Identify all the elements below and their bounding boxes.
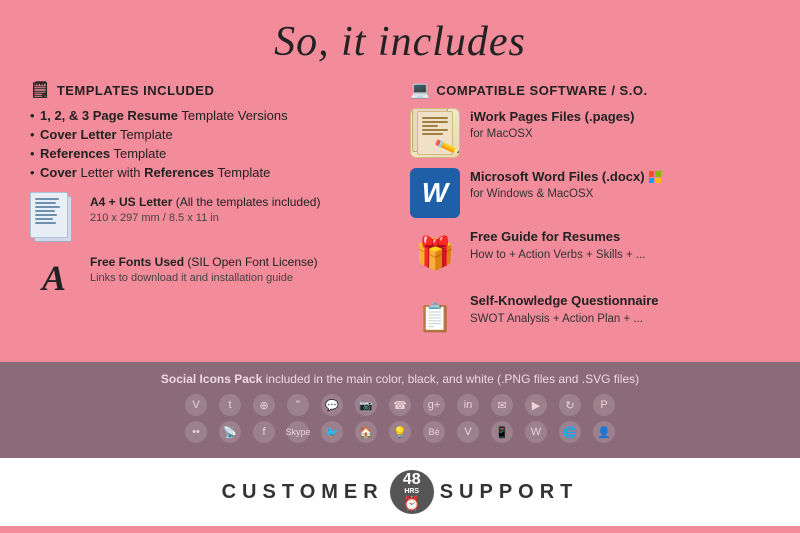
- social-icons-row-1: V t ⊕ " 💬 📷 ☎ g+ in ✉ ▶ ↻ P: [30, 394, 770, 416]
- font-a-icon: A: [42, 257, 66, 299]
- social-icon-v[interactable]: V: [185, 394, 207, 416]
- social-icon-twitter[interactable]: 🐦: [321, 421, 343, 443]
- software-header-label: COMPATIBLE SOFTWARE / S.O.: [436, 83, 647, 98]
- social-icon-phone[interactable]: ☎: [389, 394, 411, 416]
- cs-badge: 48 HRS ⏰: [390, 470, 434, 514]
- swot-item: 📋 Self-Knowledge Questionnaire SWOT Anal…: [410, 292, 770, 342]
- a4-row: A4 + US Letter (All the templates includ…: [30, 194, 390, 242]
- fonts-icon-box: A: [30, 254, 78, 302]
- windows-icon: [649, 171, 661, 183]
- software-icon: 💻: [410, 80, 430, 100]
- social-icon-whatsapp[interactable]: 📱: [491, 421, 513, 443]
- fonts-sub: Links to download it and installation gu…: [90, 271, 318, 286]
- badge-hours: HRS: [404, 488, 419, 495]
- iwork-info: iWork Pages Files (.pages) for MacOSX: [470, 108, 638, 142]
- title-section: So, it includes: [0, 0, 800, 76]
- social-icon-vimeo2[interactable]: V: [457, 421, 479, 443]
- guide-title: Free Guide for Resumes: [470, 229, 620, 244]
- social-icon-behance[interactable]: Bé: [423, 421, 445, 443]
- social-icon-gplus[interactable]: g+: [423, 394, 445, 416]
- social-icon-web[interactable]: 🌐: [559, 421, 581, 443]
- bottom-section: Social Icons Pack included in the main c…: [0, 362, 800, 458]
- templates-header: 🗒 TEMPLATES INCLUDED: [30, 80, 390, 100]
- social-label-bold: Social Icons Pack: [161, 372, 262, 386]
- a4-size: 210 x 297 mm / 8.5 x 11 in: [90, 211, 320, 226]
- swot-row: 📋 Self-Knowledge Questionnaire SWOT Anal…: [410, 292, 770, 352]
- pages-doc-wrap: ✏️: [412, 108, 458, 158]
- templates-header-label: TEMPLATES INCLUDED: [57, 83, 215, 98]
- word-title: Microsoft Word Files (.docx): [470, 168, 645, 186]
- templates-icon: 🗒: [30, 80, 51, 100]
- left-column: 🗒 TEMPLATES INCLUDED 1, 2, & 3 Page Resu…: [30, 80, 390, 352]
- social-icon-rss[interactable]: 📡: [219, 421, 241, 443]
- list-item: 1, 2, & 3 Page Resume Template Versions: [30, 108, 390, 123]
- main-content: 🗒 TEMPLATES INCLUDED 1, 2, & 3 Page Resu…: [0, 80, 800, 352]
- iwork-platform: for MacOSX: [470, 126, 638, 142]
- social-icons-row-2: •• 📡 f Skype 🐦 🏠 💡 Bé V 📱 W 🌐 👤: [30, 421, 770, 443]
- social-icon-wordpress[interactable]: W: [525, 421, 547, 443]
- social-icon-bulb[interactable]: 💡: [389, 421, 411, 443]
- word-icon: W: [410, 168, 460, 218]
- customer-support-bar: CUSTOMER 48 HRS ⏰ SUPPORT: [0, 458, 800, 526]
- swot-desc: SWOT Analysis + Action Plan + ...: [470, 311, 659, 327]
- word-info: Microsoft Word Files (.docx) for Windows…: [470, 168, 665, 202]
- list-item: Cover Letter Template: [30, 127, 390, 142]
- customer-text-left: CUSTOMER: [222, 481, 384, 504]
- word-letter: W: [422, 177, 448, 209]
- word-platform: for Windows & MacOSX: [470, 186, 665, 202]
- social-icon-refresh[interactable]: ↻: [559, 394, 581, 416]
- list-item: Cover Letter with References Template: [30, 165, 390, 180]
- social-icon-facebook[interactable]: f: [253, 421, 275, 443]
- social-icon-home[interactable]: 🏠: [355, 421, 377, 443]
- page-title: So, it includes: [0, 18, 800, 66]
- guide-desc: How to + Action Verbs + Skills + ...: [470, 247, 645, 263]
- social-icon-linkedin[interactable]: in: [457, 394, 479, 416]
- social-icon-youtube[interactable]: ▶: [525, 394, 547, 416]
- clock-icon: ⏰: [403, 495, 420, 512]
- social-icon-camera[interactable]: 📷: [355, 394, 377, 416]
- iwork-icon: ✏️: [410, 108, 460, 158]
- social-icon-pinterest[interactable]: P: [593, 394, 615, 416]
- list-item: References Template: [30, 146, 390, 161]
- iwork-item: ✏️ iWork Pages Files (.pages) for MacOSX: [410, 108, 770, 158]
- guide-item: 🎁 Free Guide for Resumes How to + Action…: [410, 228, 770, 278]
- guide-info: Free Guide for Resumes How to + Action V…: [470, 228, 645, 263]
- swot-info: Self-Knowledge Questionnaire SWOT Analys…: [470, 292, 659, 327]
- a4-text: A4 + US Letter (All the templates includ…: [90, 194, 320, 226]
- social-icon-skype[interactable]: Skype: [287, 421, 309, 443]
- social-icon-flickr[interactable]: ••: [185, 421, 207, 443]
- fonts-row: A Free Fonts Used (SIL Open Font License…: [30, 254, 390, 302]
- social-icon-chat[interactable]: 💬: [321, 394, 343, 416]
- software-header: 💻 COMPATIBLE SOFTWARE / S.O.: [410, 80, 770, 100]
- template-list: 1, 2, & 3 Page Resume Template Versions …: [30, 108, 390, 180]
- social-label-rest: included in the main color, black, and w…: [266, 372, 640, 386]
- social-icon-t[interactable]: t: [219, 394, 241, 416]
- social-icon-user[interactable]: 👤: [593, 421, 615, 443]
- fonts-text: Free Fonts Used (SIL Open Font License) …: [90, 254, 318, 286]
- guide-swot-row: 🎁 Free Guide for Resumes How to + Action…: [410, 228, 770, 288]
- badge-number: 48: [403, 472, 421, 488]
- social-label: Social Icons Pack included in the main c…: [30, 372, 770, 386]
- gift-icon: 🎁: [410, 228, 460, 278]
- word-item: W Microsoft Word Files (.docx) for Windo…: [410, 168, 770, 218]
- a4-title: A4 + US Letter: [90, 195, 172, 209]
- swot-title: Self-Knowledge Questionnaire: [470, 293, 659, 308]
- customer-text-right: SUPPORT: [440, 481, 579, 504]
- a4-icon-box: [30, 194, 78, 242]
- swot-icon: 📋: [410, 292, 460, 342]
- social-icon-quote[interactable]: ": [287, 394, 309, 416]
- social-icon-email[interactable]: ✉: [491, 394, 513, 416]
- social-icon-podcast[interactable]: ⊕: [253, 394, 275, 416]
- right-column: 💻 COMPATIBLE SOFTWARE / S.O. ✏️ iWork Pa…: [410, 80, 770, 352]
- fonts-title: Free Fonts Used: [90, 255, 184, 269]
- iwork-title: iWork Pages Files (.pages): [470, 108, 634, 126]
